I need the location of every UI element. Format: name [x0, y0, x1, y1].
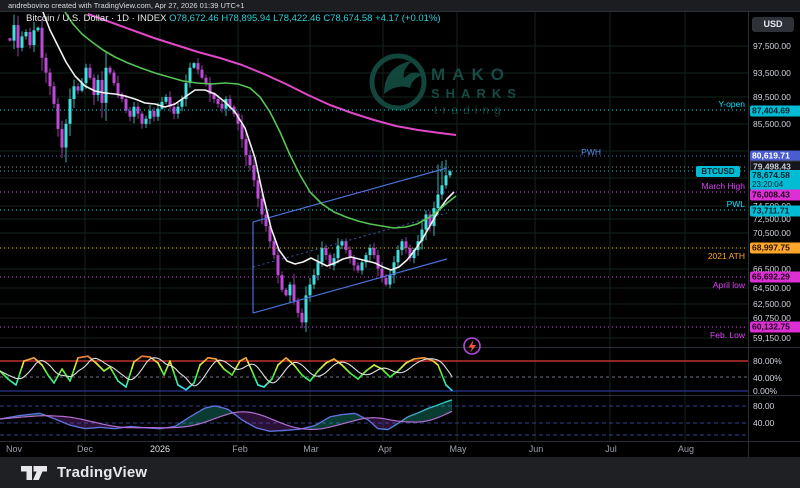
price-tick-label: 0.00%: [753, 386, 777, 396]
watermark-line1: MAKO: [431, 65, 511, 84]
tradingview-wordmark[interactable]: TradingView: [57, 464, 147, 481]
price-line-badge[interactable]: 65,692.29: [750, 272, 800, 283]
tradingview-logo-icon[interactable]: [20, 462, 48, 484]
price-line-badge[interactable]: 76,008.43: [750, 190, 800, 201]
price-tick-label: 89,500.00: [753, 92, 791, 102]
attribution-text: andrebovino created with TradingView.com…: [8, 1, 244, 10]
price-line-badge[interactable]: 87,404.69: [750, 106, 800, 117]
time-axis-label: Nov: [6, 444, 22, 454]
countdown-timer: 23:20:04: [752, 180, 799, 189]
time-axis-label: 2026: [150, 444, 170, 454]
level-line-label: Y-open: [718, 99, 745, 109]
price-tick-label: 93,500.00: [753, 68, 791, 78]
price-tick-label: 85,500.00: [753, 119, 791, 129]
time-axis-label: Dec: [77, 444, 93, 454]
symbol-legend[interactable]: Bitcoin / U.S. Dollar · 1D · INDEX O78,6…: [26, 13, 441, 24]
time-axis-label: Feb: [232, 444, 248, 454]
currency-toggle-button[interactable]: USD: [752, 17, 794, 32]
price-line-badge[interactable]: 78,674.5823:20:04: [750, 170, 800, 190]
level-line-label: Feb. Low: [710, 330, 745, 340]
lightning-sticker[interactable]: [464, 338, 480, 354]
price-tick-label: 80.00%: [753, 356, 782, 366]
price-tick-label: 97,500.00: [753, 41, 791, 51]
ohlc-change: +4.17 (+0.01%): [375, 13, 441, 24]
level-line-label: PWL: [727, 199, 745, 209]
wavetrend-pane: [0, 400, 748, 435]
price-tick-label: 64,500.00: [753, 283, 791, 293]
ohlc-close: C78,674.58: [323, 13, 372, 24]
watermark-line2: SHARKS: [431, 86, 522, 101]
time-axis-label: Jul: [605, 444, 617, 454]
ohlc-open: O78,672.46: [169, 13, 219, 24]
time-axis-label: Aug: [678, 444, 694, 454]
price-tick-label: 70,500.00: [753, 228, 791, 238]
price-line-badge[interactable]: 68,997.75: [750, 243, 800, 254]
level-line-label: March High: [702, 181, 745, 191]
symbol-title[interactable]: Bitcoin / U.S. Dollar · 1D · INDEX: [26, 13, 166, 24]
chart-canvas[interactable]: MAKO SHARKS trading: [0, 0, 800, 488]
brand-watermark: MAKO SHARKS trading: [372, 56, 522, 117]
price-line-badge[interactable]: 60,132.75: [750, 322, 800, 333]
time-axis-label: Apr: [378, 444, 392, 454]
price-tick-label: 59,150.00: [753, 333, 791, 343]
lightning-bolt-icon: [469, 340, 477, 353]
price-tick-label: 62,500.00: [753, 299, 791, 309]
level-line-label: 2021 ATH: [708, 251, 745, 261]
stochastic-pane: [0, 356, 748, 391]
ohlc-high: H78,895.94: [221, 13, 270, 24]
price-tick-label: 40.00%: [753, 373, 782, 383]
level-line-label: April low: [713, 280, 745, 290]
ohlc-low: L78,422.46: [273, 13, 321, 24]
time-axis-label: May: [449, 444, 466, 454]
price-tick-label: 80.00: [753, 401, 774, 411]
footer-bar: TradingView: [0, 457, 800, 488]
level-line-label: PWH: [581, 147, 601, 157]
time-axis-label: Mar: [303, 444, 319, 454]
tradingview-chart-window: MAKO SHARKS trading andrebovino created …: [0, 0, 800, 488]
price-line-badge[interactable]: 73,711.71: [750, 206, 800, 217]
price-tick-label: 40.00: [753, 418, 774, 428]
time-axis-label: Jun: [529, 444, 544, 454]
series-label-badge: BTCUSD: [696, 166, 740, 177]
attribution-bar: andrebovino created with TradingView.com…: [0, 0, 800, 11]
